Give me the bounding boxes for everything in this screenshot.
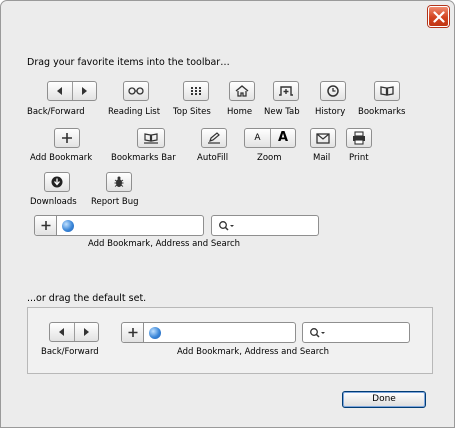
zoom-in-glyph: A: [270, 129, 295, 147]
home-label: Home: [227, 107, 253, 117]
reading-list-item[interactable]: [123, 81, 149, 101]
add-bookmark-label: Add Bookmark: [30, 153, 93, 163]
open-book-icon: [380, 86, 394, 96]
add-bookmark-item[interactable]: [54, 128, 80, 148]
top-sites-item[interactable]: [183, 81, 209, 101]
default-address-search-label: Add Bookmark, Address and Search: [177, 347, 330, 357]
bookmarks-item[interactable]: [374, 81, 400, 101]
grid-icon: [191, 87, 201, 95]
default-plus-icon: [122, 323, 144, 342]
printer-icon: [353, 131, 365, 145]
bookmarks-bar-icon: [144, 133, 158, 144]
print-item[interactable]: [346, 128, 372, 148]
back-arrow-icon: [48, 82, 72, 100]
default-forward-arrow-icon: [74, 323, 98, 341]
address-search-label: Add Bookmark, Address and Search: [88, 239, 241, 249]
bug-icon: [114, 176, 124, 187]
bookmarks-label: Bookmarks: [358, 107, 406, 117]
downloads-item[interactable]: [44, 172, 70, 192]
history-item[interactable]: [320, 81, 346, 101]
default-set-box[interactable]: Back/Forward Add Bookmark, Address and S…: [27, 307, 433, 374]
default-address-bar: [121, 322, 296, 343]
add-bookmark-plus-icon: [35, 216, 57, 235]
clock-icon: [327, 85, 339, 97]
default-back-arrow-icon: [50, 323, 74, 341]
mail-label: Mail: [313, 153, 331, 163]
reading-list-label: Reading List: [108, 107, 161, 117]
default-back-forward-label: Back/Forward: [41, 347, 99, 357]
back-forward-label: Back/Forward: [27, 107, 85, 117]
top-sites-label: Top Sites: [173, 107, 211, 117]
zoom-out-glyph: A: [254, 133, 261, 143]
search-field-item[interactable]: [211, 215, 319, 236]
bookmarks-bar-label: Bookmarks Bar: [111, 153, 176, 163]
close-button[interactable]: [428, 6, 449, 27]
done-button[interactable]: Done: [342, 391, 426, 408]
envelope-icon: [316, 133, 330, 144]
report-bug-item[interactable]: [106, 172, 132, 192]
bookmarks-bar-item[interactable]: [137, 128, 165, 148]
zoom-label: Zoom: [257, 153, 282, 163]
report-bug-label: Report Bug: [91, 197, 139, 207]
default-globe-icon: [149, 327, 161, 339]
autofill-label: AutoFill: [197, 153, 229, 163]
forward-arrow-icon: [72, 82, 96, 100]
address-bar-item[interactable]: [34, 215, 204, 236]
default-search-icon: [310, 328, 325, 338]
search-icon: [219, 221, 234, 231]
zoom-item[interactable]: A A: [244, 128, 296, 148]
plus-icon: [62, 133, 72, 143]
download-icon: [51, 176, 63, 188]
close-icon: [433, 11, 445, 23]
home-icon: [235, 85, 249, 97]
home-item[interactable]: [229, 81, 255, 101]
default-back-forward: [49, 322, 99, 342]
print-label: Print: [349, 153, 369, 163]
new-tab-item[interactable]: [273, 81, 299, 101]
glasses-icon: [128, 87, 144, 95]
new-tab-icon: [279, 86, 293, 96]
autofill-pencil-icon: [208, 132, 220, 144]
downloads-label: Downloads: [30, 197, 77, 207]
autofill-item[interactable]: [201, 128, 227, 148]
default-search-field: [302, 322, 410, 343]
new-tab-label: New Tab: [264, 107, 300, 117]
default-set-label: ...or drag the default set.: [27, 293, 147, 304]
customize-toolbar-window: Drag your favorite items into the toolba…: [0, 0, 455, 428]
back-forward-item[interactable]: [47, 81, 97, 101]
history-label: History: [315, 107, 346, 117]
globe-icon: [62, 220, 74, 232]
instructions-text: Drag your favorite items into the toolba…: [27, 57, 230, 68]
mail-item[interactable]: [310, 128, 336, 148]
